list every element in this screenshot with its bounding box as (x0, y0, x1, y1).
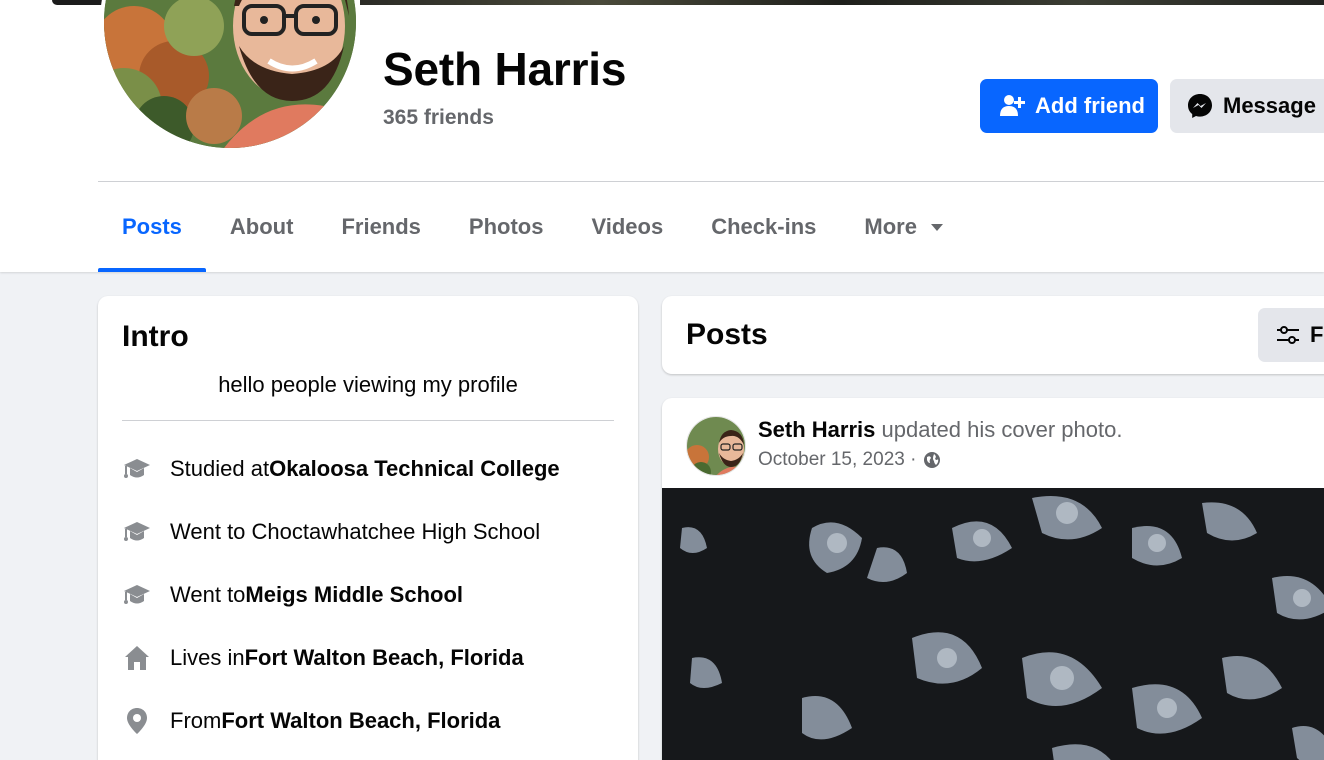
tab-friends-label: Friends (341, 214, 421, 239)
intro-divider (122, 420, 614, 421)
intro-item-prefix: Went to (170, 582, 246, 607)
graduation-cap-icon (122, 517, 152, 547)
tab-friends[interactable]: Friends (317, 182, 444, 272)
post-meta: October 15, 2023 · (758, 449, 942, 471)
home-icon (122, 643, 152, 673)
tab-videos[interactable]: Videos (567, 182, 687, 272)
profile-header: Seth Harris 365 friends Add friend Messa… (0, 0, 1324, 272)
tab-photos-label: Photos (468, 214, 544, 239)
post-headline: Seth Harris updated his cover photo. (758, 417, 1122, 443)
intro-item-education: Studied at Okaloosa Technical College (122, 449, 560, 489)
tab-check-ins[interactable]: Check-ins (687, 182, 840, 272)
intro-card: Intro hello people viewing my profile St… (98, 296, 638, 760)
profile-picture[interactable] (100, 0, 360, 152)
intro-item-from: From Fort Walton Beach, Florida (122, 701, 500, 741)
tab-more[interactable]: More (840, 182, 967, 272)
profile-tabs: Posts About Friends Photos Videos Check-… (98, 182, 967, 272)
post-author-name[interactable]: Seth Harris (758, 417, 875, 442)
intro-item-link[interactable]: Fort Walton Beach, Florida (221, 708, 500, 734)
intro-item-lives-in: Lives in Fort Walton Beach, Florida (122, 638, 524, 678)
profile-name: Seth Harris (383, 43, 627, 95)
tab-about-label: About (229, 214, 294, 239)
tab-photos[interactable]: Photos (445, 182, 568, 272)
posts-header-card: Posts Fi (662, 296, 1324, 374)
tab-posts-label: Posts (122, 214, 182, 239)
cover-photo-edge[interactable] (360, 0, 1324, 5)
intro-bio: hello people viewing my profile (218, 372, 518, 397)
graduation-cap-icon (122, 454, 152, 484)
add-friend-button[interactable]: Add friend (980, 79, 1158, 133)
globe-icon (922, 450, 942, 470)
friends-count[interactable]: 365 friends (383, 106, 494, 130)
intro-item-prefix: Studied at (170, 456, 270, 481)
intro-title: Intro (122, 320, 189, 353)
intro-item-link[interactable]: Fort Walton Beach, Florida (245, 645, 524, 671)
graduation-cap-icon (122, 580, 152, 610)
add-person-icon (998, 92, 1026, 120)
location-pin-icon (122, 706, 152, 736)
post-author-avatar[interactable] (686, 416, 746, 476)
intro-item-prefix: From (170, 708, 222, 733)
posts-title: Posts (686, 318, 768, 351)
caret-down-icon (930, 223, 943, 231)
message-button[interactable]: Message (1170, 79, 1324, 133)
tab-more-label: More (864, 214, 917, 239)
post-action-text: updated his cover photo. (875, 417, 1123, 442)
messenger-icon (1186, 92, 1214, 120)
intro-item-education: Went to Choctawhatchee High School (122, 512, 540, 552)
post-card: Seth Harris updated his cover photo. Oct… (662, 398, 1324, 760)
intro-item-link[interactable]: Meigs Middle School (245, 582, 463, 608)
tab-about[interactable]: About (206, 182, 318, 272)
post-date[interactable]: October 15, 2023 · (758, 449, 916, 471)
cover-photo-image[interactable] (662, 488, 1324, 760)
add-friend-label: Add friend (1035, 93, 1145, 118)
tab-posts[interactable]: Posts (98, 182, 206, 272)
intro-item-education: Went to Meigs Middle School (122, 575, 463, 615)
tab-videos-label: Videos (591, 214, 664, 239)
intro-item-prefix: Lives in (170, 645, 245, 670)
filters-label: Fi (1310, 322, 1324, 347)
message-label: Message (1223, 93, 1316, 118)
intro-item-link[interactable]: Okaloosa Technical College (269, 456, 560, 482)
filters-button[interactable]: Fi (1258, 308, 1324, 362)
filter-sliders-icon (1274, 321, 1302, 349)
tab-check-ins-label: Check-ins (711, 214, 817, 239)
intro-item-prefix: Went to Choctawhatchee High School (170, 519, 541, 544)
